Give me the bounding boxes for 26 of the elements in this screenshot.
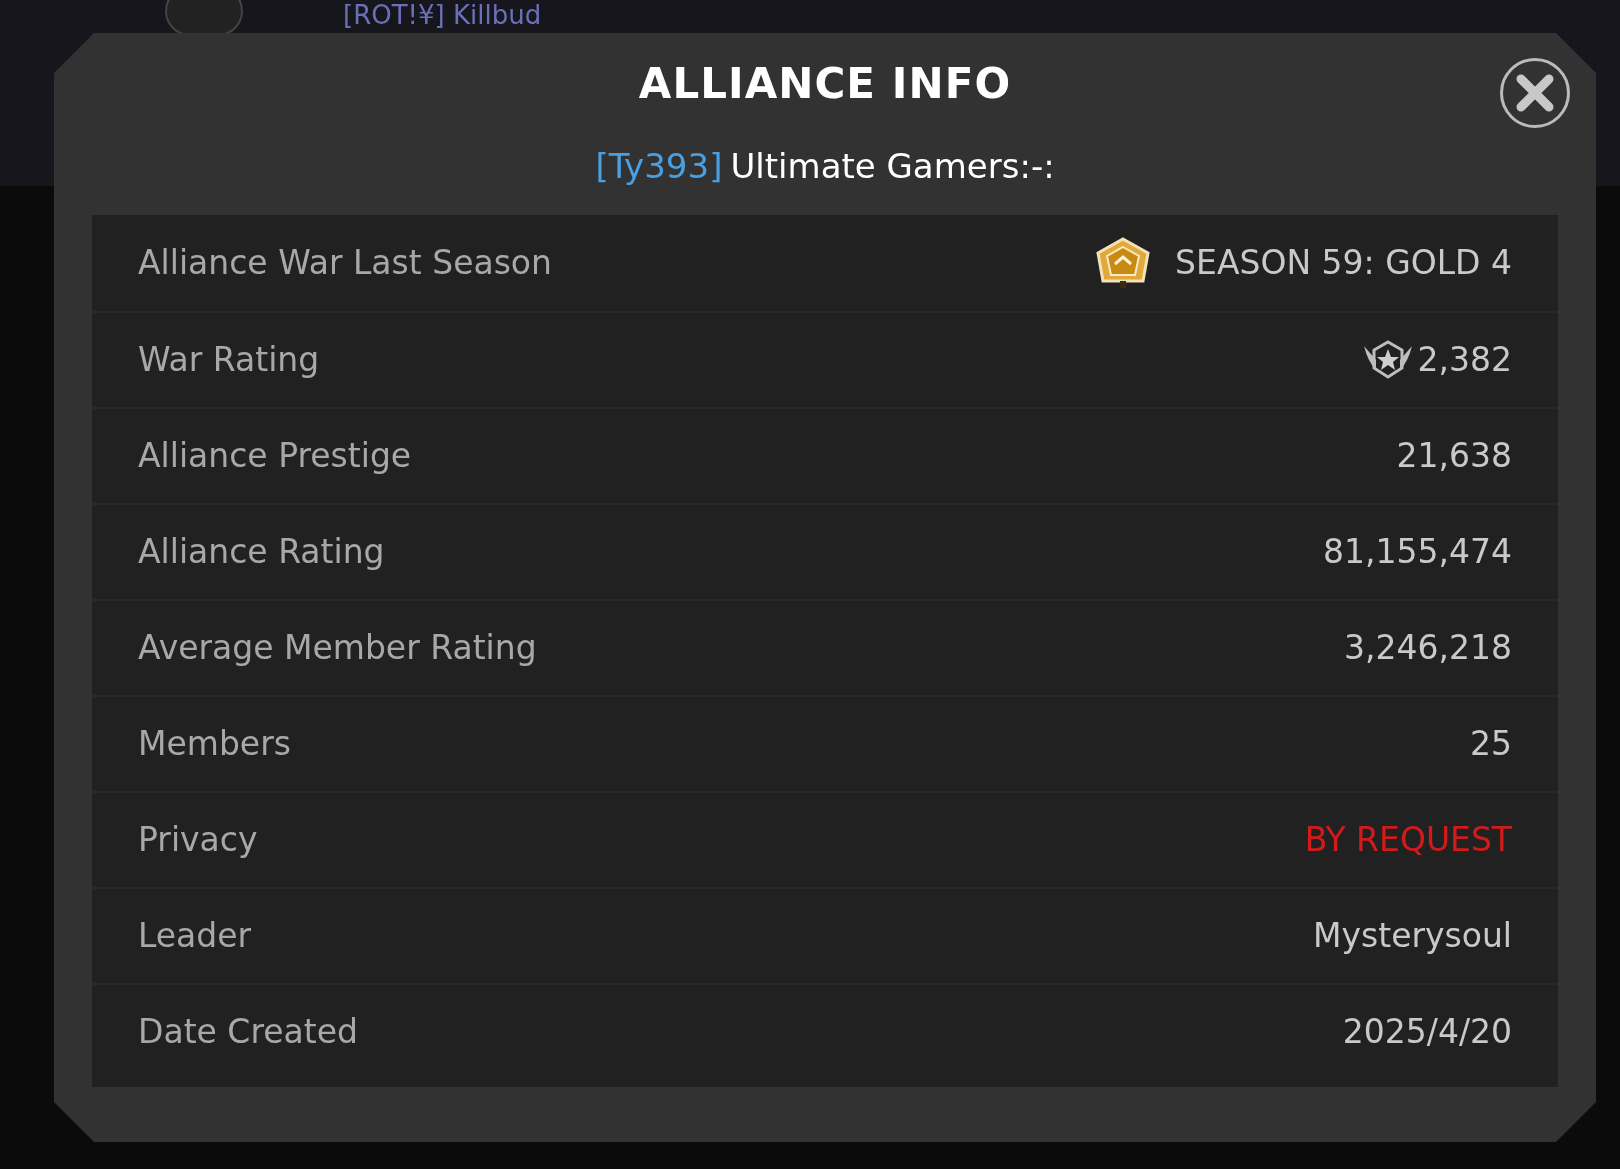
row-value: 2,382	[1417, 339, 1512, 382]
row-value: 21,638	[1396, 435, 1512, 478]
close-icon	[1515, 73, 1555, 113]
row-value: SEASON 59: GOLD 4	[1175, 242, 1512, 285]
row-value: BY REQUEST	[1304, 819, 1512, 862]
row-label: Privacy	[138, 819, 258, 862]
row-label: Alliance Rating	[138, 531, 385, 574]
row-value: 2025/4/20	[1342, 1011, 1512, 1054]
row-value: 3,246,218	[1344, 627, 1512, 670]
pentagon-badge-icon	[1095, 237, 1152, 289]
row-label: Members	[138, 723, 291, 766]
player-name: [ROT!¥] Killbud	[343, 2, 542, 28]
row-value: Mysterysoul	[1313, 915, 1512, 958]
alliance-tag: [Ty393]	[595, 149, 723, 183]
dialog-title: ALLIANCE INFO	[638, 63, 1012, 105]
row-label: Alliance Prestige	[138, 435, 412, 478]
row-label: War Rating	[138, 339, 320, 382]
row-label: Leader	[138, 915, 252, 958]
row-label: Alliance War Last Season	[138, 242, 552, 285]
row-label: Average Member Rating	[138, 627, 537, 670]
row-value: 81,155,474	[1323, 531, 1512, 574]
close-button[interactable]	[1500, 58, 1570, 128]
row-value: 25	[1470, 723, 1512, 766]
winged-star-icon	[1361, 340, 1414, 380]
alliance-name: Ultimate Gamers:-:	[730, 149, 1055, 183]
row-label: Date Created	[138, 1011, 358, 1054]
